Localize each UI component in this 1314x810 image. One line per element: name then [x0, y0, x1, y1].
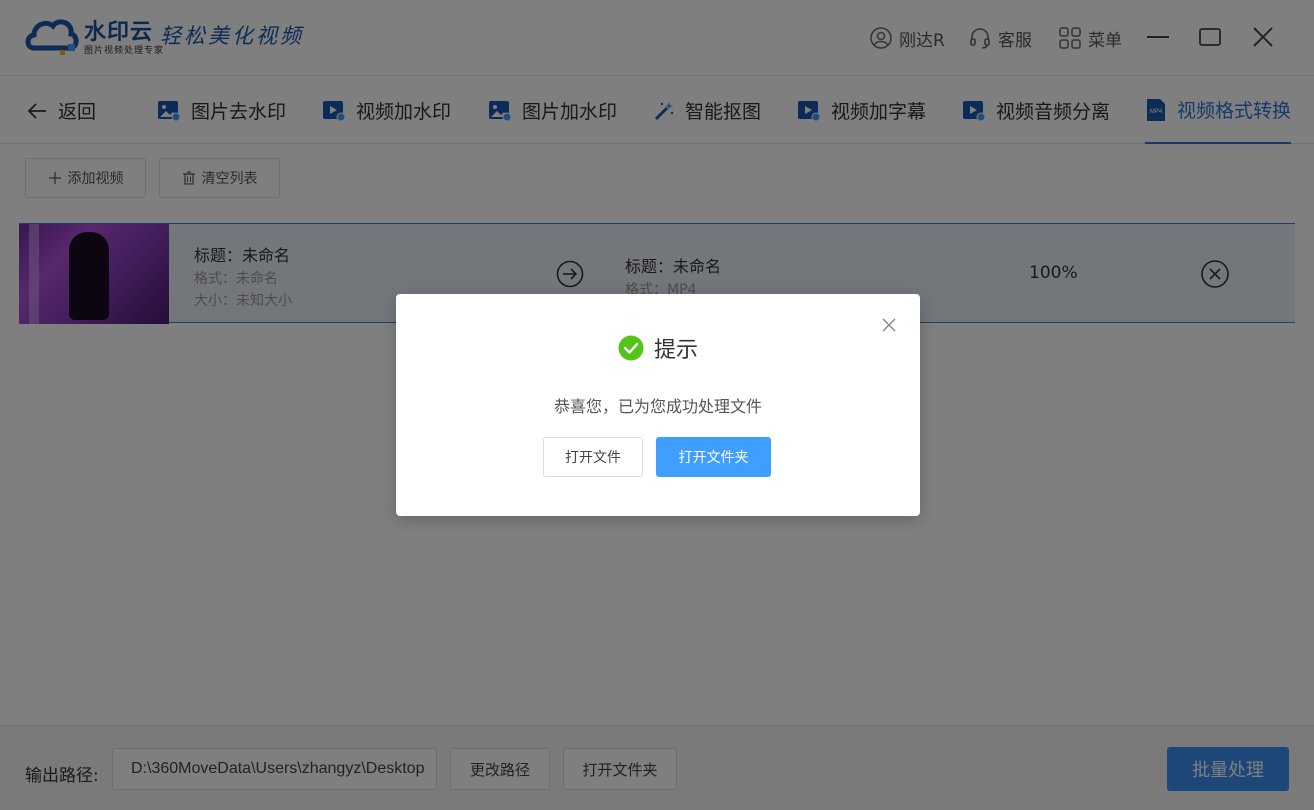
- check-circle-icon: [618, 335, 644, 361]
- open-folder-dialog-button[interactable]: 打开文件夹: [656, 437, 771, 477]
- success-dialog: 提示 恭喜您，已为您成功处理文件 打开文件 打开文件夹: [396, 294, 920, 516]
- dialog-title: 提示: [653, 338, 698, 363]
- dialog-message: 恭喜您，已为您成功处理文件: [553, 397, 762, 416]
- open-file-button[interactable]: 打开文件: [543, 437, 643, 477]
- dialog-header: 提示: [396, 332, 920, 364]
